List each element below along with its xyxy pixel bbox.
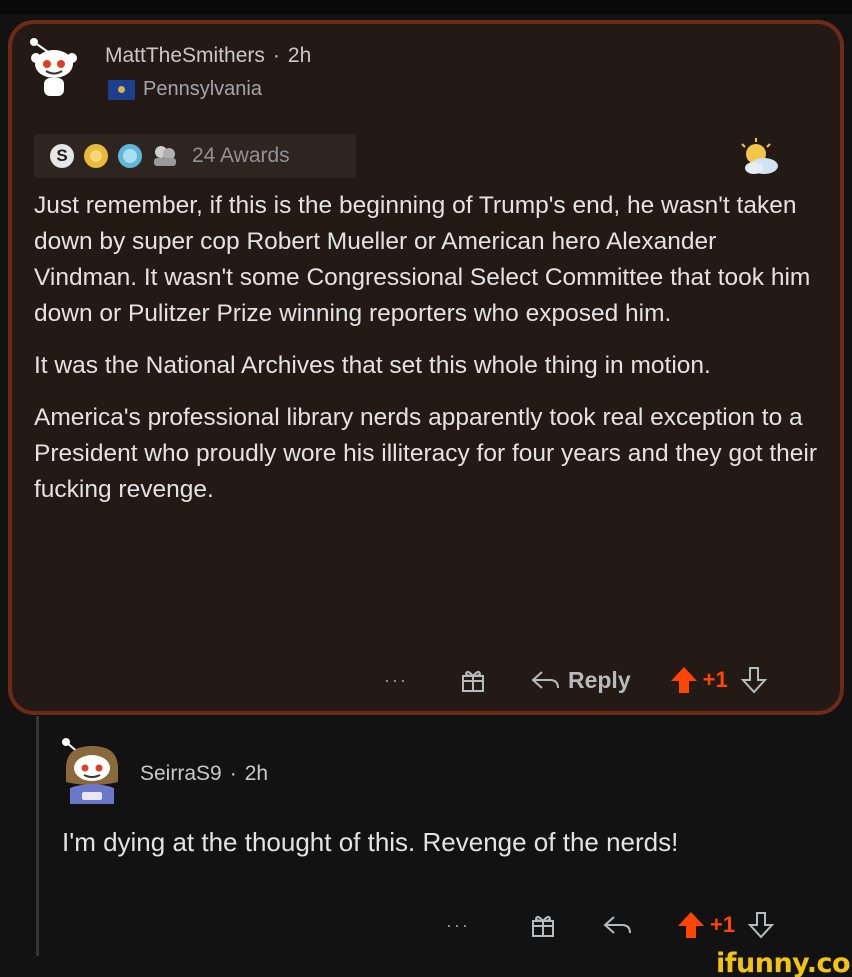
awards-bar[interactable]: S 24 Awards (34, 134, 356, 178)
downvote-arrow-icon (747, 912, 775, 939)
ifunny-watermark: ifunny.co (716, 948, 851, 977)
meta-separator: · (272, 44, 280, 67)
helpful-award-icon (118, 144, 142, 168)
give-award-button[interactable] (460, 667, 486, 693)
snoo-avatar-icon (30, 38, 77, 96)
upvote-arrow-icon (677, 912, 704, 938)
downvote-arrow-icon (740, 667, 767, 694)
more-options-button[interactable]: ··· (384, 670, 408, 691)
reply-meta: SeirraS9 · 2h (140, 762, 268, 786)
reply-username[interactable]: SeirraS9 (140, 762, 222, 785)
reply-time: 2h (244, 762, 269, 785)
snoo-avatar-icon (62, 738, 118, 804)
downvote-button[interactable] (747, 911, 775, 939)
reply-actions: ··· +1 (446, 905, 814, 945)
reply-button[interactable]: Reply (530, 667, 631, 694)
top-edge (0, 0, 852, 14)
user-flair: Pennsylvania (108, 78, 262, 101)
comment-username[interactable]: MattTheSmithers (105, 44, 265, 67)
upvote-arrow-icon (670, 667, 697, 693)
reply-button[interactable] (602, 914, 632, 936)
thread-line[interactable] (36, 716, 39, 956)
meta-separator: · (229, 762, 237, 785)
reply-body: I'm dying at the thought of this. Reveng… (62, 827, 679, 857)
comment-body: Just remember, if this is the beginning … (34, 188, 824, 524)
reply-arrow-icon (603, 916, 631, 934)
gift-icon (461, 670, 484, 692)
downvote-button[interactable] (740, 666, 768, 694)
comment-paragraph: Just remember, if this is the beginning … (34, 192, 811, 327)
gift-icon (531, 915, 554, 937)
upvote-button[interactable] (676, 910, 706, 940)
upvote-button[interactable] (669, 665, 699, 695)
reply-label: Reply (567, 666, 631, 693)
comment-actions: ··· Reply +1 (384, 660, 814, 700)
more-options-button[interactable]: ··· (446, 915, 470, 936)
gold-award-icon (84, 144, 108, 168)
user-avatar[interactable] (22, 36, 86, 100)
pennsylvania-flag-icon (108, 79, 135, 100)
comment-paragraph: It was the National Archives that set th… (34, 352, 711, 379)
wholesome-hands-award-icon (152, 144, 176, 168)
comment-time: 2h (287, 44, 312, 67)
give-award-button[interactable] (530, 912, 556, 938)
silver-award-icon: S (50, 144, 74, 168)
comment-meta: MattTheSmithers · 2h (105, 44, 311, 68)
comment-paragraph: America's professional library nerds app… (34, 404, 818, 503)
reply-user-avatar[interactable] (56, 738, 126, 808)
vote-score: +1 (702, 667, 728, 692)
flair-label: Pennsylvania (143, 78, 262, 100)
reply-arrow-icon (531, 671, 559, 689)
vote-score: +1 (709, 912, 736, 937)
awards-count: 24 Awards (192, 144, 290, 167)
sun-cloud-icon (734, 138, 782, 178)
